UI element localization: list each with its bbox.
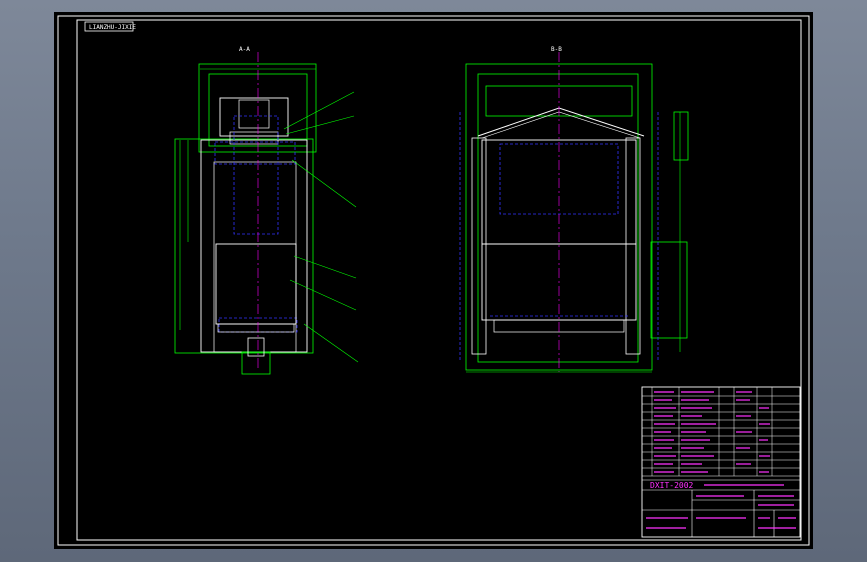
leader-line-6 (303, 323, 359, 363)
right-side-dim-box-2 (673, 111, 689, 161)
drawing-tag-text: LIANZHU-JIXIE (89, 24, 136, 31)
cad-application-window: LIANZHU-JIXIE A-A B-B DXIT-2002 (0, 0, 867, 562)
left-view-label: A-A (239, 46, 250, 53)
outer-border (57, 15, 810, 546)
title-block-entries (646, 484, 796, 529)
leader-line-4 (293, 255, 357, 279)
right-inner-frame (477, 73, 639, 363)
inner-border (76, 19, 802, 541)
title-block-year: DXIT-2002 (650, 481, 694, 490)
drawing-canvas[interactable]: LIANZHU-JIXIE A-A B-B DXIT-2002 (54, 12, 813, 549)
right-roof (477, 107, 645, 137)
right-elevation-view[interactable]: B-B (459, 46, 689, 373)
left-hidden-shaft (233, 115, 279, 235)
leader-line-3 (291, 159, 357, 208)
drawing-sheet: LIANZHU-JIXIE A-A B-B DXIT-2002 (57, 15, 810, 546)
leader-line-1 (283, 91, 355, 130)
leader-line-5 (289, 279, 357, 311)
left-section-view[interactable]: A-A (174, 46, 359, 375)
left-hidden-coupling (214, 141, 296, 165)
right-side-dim-box (650, 241, 688, 339)
left-chamber-floor (217, 323, 295, 333)
left-top-inner-box (238, 99, 270, 129)
left-body-inner-wall (213, 161, 297, 353)
left-outer-frame (174, 138, 314, 354)
title-block[interactable]: DXIT-2002 (641, 386, 801, 538)
right-post-left (471, 137, 487, 355)
title-block-frame (641, 386, 801, 538)
left-foot-dim (241, 351, 271, 375)
leader-line-2 (285, 115, 355, 135)
left-lower-chamber (215, 243, 297, 325)
right-view-label: B-B (551, 46, 562, 53)
left-body-wall (200, 139, 308, 353)
